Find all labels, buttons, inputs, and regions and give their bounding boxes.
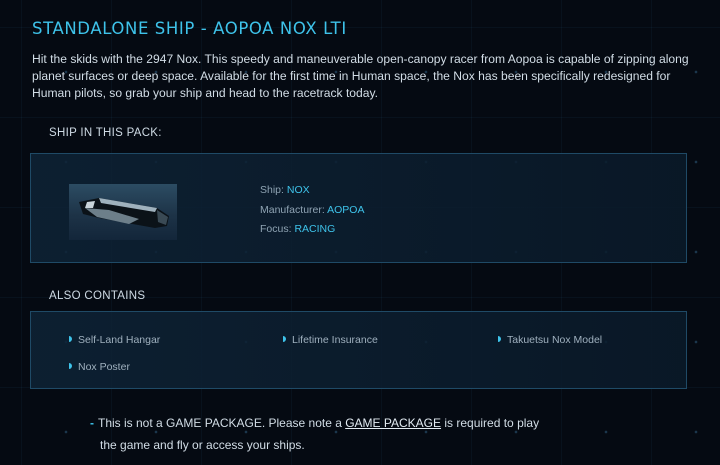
game-package-note: - This is not a GAME PACKAGE. Please note… bbox=[90, 416, 540, 452]
ship-spec-focus: Focus: RACING bbox=[260, 223, 336, 235]
game-package-link[interactable]: GAME PACKAGE bbox=[345, 416, 441, 430]
ship-spec-name: Ship: NOX bbox=[260, 184, 310, 196]
ship-panel: Ship: NOX Manufacturer: AOPOA Focus: RAC… bbox=[30, 153, 687, 263]
focus-value: RACING bbox=[294, 223, 336, 235]
contains-panel: Self-Land Hangar Lifetime Insurance Taku… bbox=[30, 311, 687, 389]
contains-section-label: ALSO CONTAINS bbox=[49, 290, 146, 302]
manufacturer-value: AOPOA bbox=[327, 204, 365, 216]
dash-icon: - bbox=[90, 416, 94, 430]
list-item: Takuetsu Nox Model bbox=[498, 334, 602, 346]
bullet-icon bbox=[283, 336, 286, 342]
list-item: Self-Land Hangar bbox=[69, 334, 160, 346]
ship-spec-manufacturer: Manufacturer: AOPOA bbox=[260, 204, 365, 216]
ship-image[interactable] bbox=[69, 184, 177, 240]
bullet-icon bbox=[69, 336, 72, 342]
ship-render-icon bbox=[79, 198, 169, 228]
ship-section-label: SHIP IN THIS PACK: bbox=[49, 127, 162, 139]
bullet-icon bbox=[69, 363, 72, 369]
list-item: Lifetime Insurance bbox=[283, 334, 378, 346]
list-item: Nox Poster bbox=[69, 361, 130, 373]
ship-description: Hit the skids with the 2947 Nox. This sp… bbox=[32, 52, 689, 100]
ship-name-value: NOX bbox=[286, 184, 310, 196]
page-title: STANDALONE SHIP - AOPOA NOX LTI bbox=[32, 19, 347, 38]
bullet-icon bbox=[498, 336, 501, 342]
